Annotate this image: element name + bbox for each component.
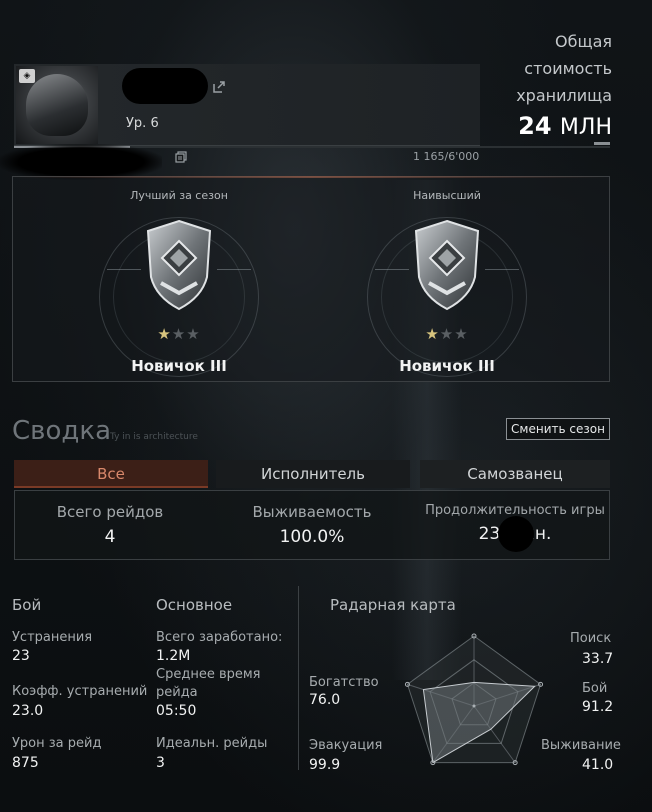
rank-stars: ★★★	[317, 325, 577, 343]
rank-tick	[107, 269, 141, 270]
player-level: Ур. 6	[126, 116, 159, 131]
avg-time-value: 05:50	[156, 703, 197, 719]
stash-underline	[594, 142, 610, 145]
radar-chart	[404, 633, 544, 766]
star-empty-icon: ★	[454, 325, 469, 343]
radar-search-label: Поиск	[570, 631, 612, 646]
stash-label-line3: хранилища	[516, 86, 612, 105]
radar-wealth-label: Богатство	[309, 675, 379, 690]
star-filled-icon: ★	[425, 325, 440, 343]
perfect-raids-value: 3	[156, 755, 165, 771]
star-empty-icon: ★	[186, 325, 201, 343]
faction-logo-icon: ◈	[19, 69, 35, 83]
xp-text: 1 165/6'000	[413, 150, 480, 163]
radar-center	[472, 704, 476, 708]
kill-ratio-value: 23.0	[12, 703, 44, 719]
summary-subtitle: Ty in is architecture	[110, 432, 198, 442]
rank-badge-icon	[146, 219, 212, 311]
radar-survival-value: 41.0	[582, 757, 614, 773]
radar-combat-label: Бой	[582, 681, 608, 696]
stash-label-line2: стоимость	[524, 59, 612, 78]
rank-tick	[217, 269, 251, 270]
stash-value-number: 24	[518, 112, 552, 140]
mode-tabs: Все Исполнитель Самозванец	[14, 460, 610, 488]
edit-icon[interactable]	[212, 80, 226, 94]
earned-label: Всего заработано:	[156, 630, 283, 645]
change-season-button[interactable]: Сменить сезон	[506, 418, 610, 440]
stash-value-label: Общая стоимость хранилища	[472, 28, 612, 109]
stat-value: 4	[104, 527, 116, 547]
star-empty-icon: ★	[171, 325, 187, 343]
copy-icon[interactable]	[175, 151, 187, 163]
rank-stars: ★★★	[49, 325, 309, 343]
avg-time-label-2: рейда	[156, 685, 198, 700]
rank-panel: Лучший за сезон ★★★ Новичок III Наивысши…	[12, 176, 610, 382]
stat-value: 100.0%	[279, 527, 345, 547]
kills-value: 23	[12, 648, 30, 664]
redacted-player-name	[122, 68, 208, 104]
perfect-raids-label: Идеальн. рейды	[156, 736, 268, 751]
radar-search-value: 33.7	[582, 651, 614, 667]
rank-tick	[375, 269, 409, 270]
stat-survival: Выживаемость 100.0%	[247, 503, 377, 547]
redacted-playtime	[498, 516, 534, 552]
rank-title: Лучший за сезон	[130, 189, 228, 202]
stash-label-line1: Общая	[555, 32, 612, 51]
avg-time-label-1: Среднее время	[156, 667, 261, 682]
damage-label: Урон за рейд	[12, 736, 102, 751]
column-divider	[298, 586, 299, 770]
star-empty-icon: ★	[439, 325, 455, 343]
combat-heading: Бой	[12, 596, 42, 614]
tab-all[interactable]: Все	[14, 460, 208, 488]
profile-card[interactable]: ◈ Ур. 6	[14, 64, 480, 146]
avatar-helmet	[26, 74, 88, 136]
stat-label: Выживаемость	[252, 503, 372, 521]
rank-badge-icon	[414, 219, 480, 311]
basic-heading: Основное	[156, 596, 233, 614]
radar-combat-value: 91.2	[582, 699, 614, 715]
rank-name: Новичок III	[131, 357, 227, 375]
kills-label: Устранения	[12, 630, 93, 645]
stash-value-unit: МЛН	[559, 115, 612, 140]
rank-title: Наивысший	[413, 189, 481, 202]
summary-title: Сводка	[12, 416, 111, 446]
redacted-area	[0, 144, 162, 180]
kill-ratio-label: Коэфф. устранений	[12, 684, 148, 699]
radar-extraction-label: Эвакуация	[309, 738, 383, 753]
rank-tick	[485, 269, 519, 270]
radar-extraction-value: 99.9	[309, 757, 341, 773]
radar-wealth-value: 76.0	[309, 692, 341, 708]
rank-name: Новичок III	[399, 357, 495, 375]
tab-impostor[interactable]: Самозванец	[420, 460, 610, 488]
damage-value: 875	[12, 755, 39, 771]
earned-value: 1.2M	[156, 648, 191, 664]
avatar[interactable]: ◈	[16, 66, 98, 144]
stat-label: Всего рейдов	[56, 503, 164, 521]
stat-total-raids: Всего рейдов 4	[45, 503, 175, 547]
rank-highest[interactable]: Наивысший ★★★ Новичок III	[317, 177, 577, 383]
stash-value: 24 МЛН	[518, 112, 612, 140]
tab-executor[interactable]: Исполнитель	[216, 460, 410, 488]
rank-season-best[interactable]: Лучший за сезон ★★★ Новичок III	[49, 177, 309, 383]
radar-heading: Радарная карта	[330, 596, 456, 614]
star-filled-icon: ★	[157, 325, 172, 343]
